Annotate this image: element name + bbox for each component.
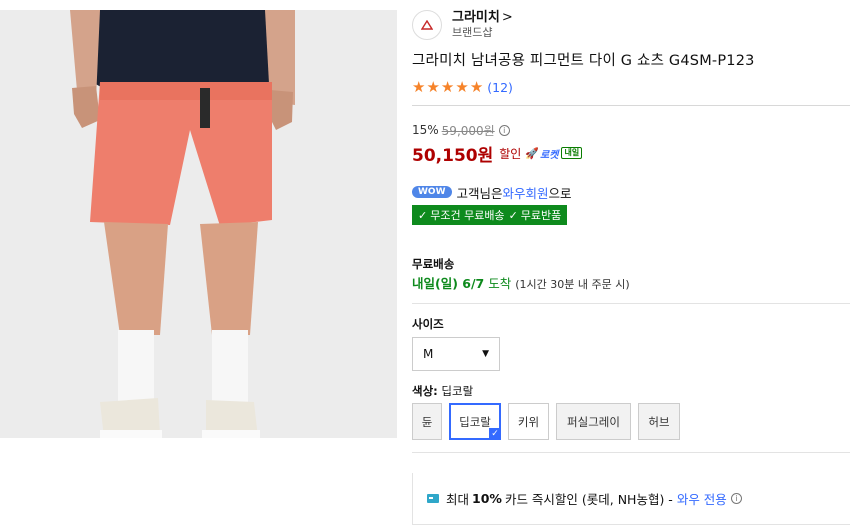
product-info-panel: 그라미치 > 브랜드샵 그라미치 남녀공용 피그먼트 다이 G 쇼츠 G4SM-P… [412, 8, 850, 453]
info-icon[interactable]: i [498, 124, 510, 136]
selected-check-icon: ✓ [489, 428, 501, 440]
size-selected-value: M [423, 347, 434, 361]
original-price: 59,000원 [441, 123, 495, 138]
free-shipping-label: 무조건 무료배송 [430, 209, 505, 222]
divider [412, 303, 850, 304]
color-selected-name: 딥코랄 [441, 384, 474, 398]
color-option-pussil-grey[interactable]: 퍼실그레이 [556, 403, 631, 440]
divider [412, 105, 850, 106]
color-options: 듄 딥코랄 ✓ 키위 퍼실그레이 허브 [412, 403, 850, 440]
delivery-estimate: 내일(일) 6/7 도착 (1시간 30분 내 주문 시) [412, 276, 850, 293]
wow-only-label: 와우 전용 [676, 491, 727, 507]
star-icon: ★ [469, 78, 484, 96]
card-discount-row[interactable]: 최대 10% 카드 즉시할인 (롯데, NH농협) - 와우 전용 i [413, 489, 850, 507]
info-icon[interactable]: i [730, 492, 742, 504]
brand-shop-link[interactable]: 그라미치 > 브랜드샵 [412, 8, 850, 42]
review-count-link[interactable]: (12) [487, 80, 513, 95]
brand-logo-icon[interactable] [412, 10, 442, 40]
discount-row: 15% 59,000원 i [412, 122, 850, 138]
check-icon: ✓ [418, 208, 428, 222]
product-title: 그라미치 남녀공용 피그먼트 다이 G 쇼츠 G4SM-P123 [412, 53, 755, 69]
order-cutoff-note: (1시간 30분 내 주문 시) [515, 278, 630, 291]
brand-name[interactable]: 그라미치 > [452, 10, 513, 26]
color-option-herb[interactable]: 허브 [638, 403, 680, 440]
star-icon: ★ [412, 78, 426, 96]
sale-price: 50,150원 [412, 145, 494, 166]
wow-member-link[interactable]: 와우회원 [503, 183, 549, 202]
rocket-icon: 🚀 [525, 146, 540, 160]
wow-member-row: WOW 고객님은 와우회원 으로 [412, 183, 850, 202]
color-option-label: 딥코랄 [459, 414, 491, 429]
size-select[interactable]: M ▼ [412, 337, 500, 371]
color-option-kiwi[interactable]: 키위 [508, 403, 549, 440]
arrival-word: 도착 [488, 276, 512, 291]
divider [412, 452, 850, 453]
wow-text: 고객님은 [456, 185, 503, 201]
arrival-date: 내일(일) 6/7 [412, 276, 485, 291]
caret-down-icon: ▼ [482, 349, 489, 359]
brand-name-text[interactable]: 그라미치 [452, 10, 500, 25]
card-discount-percent: 10% [472, 490, 502, 506]
color-option-deep-coral[interactable]: 딥코랄 ✓ [449, 403, 501, 440]
credit-card-icon [427, 493, 439, 503]
chevron-right-icon[interactable]: > [502, 10, 513, 25]
card-prefix: 최대 [446, 491, 470, 507]
brand-shop-label: 브랜드샵 [452, 26, 493, 39]
rocket-delivery-badge: 🚀 로켓 내일 [525, 146, 583, 161]
free-shipping-banner: ✓ 무조건 무료배송 ✓ 무료반품 [412, 205, 568, 225]
card-discount-text: 카드 즉시할인 (롯데, NH농협) - [504, 491, 673, 507]
tomorrow-badge: 내일 [561, 147, 583, 159]
discount-percent: 15% [412, 123, 439, 137]
product-image[interactable] [0, 10, 397, 438]
size-label: 사이즈 [412, 317, 444, 331]
star-icon: ★ [455, 78, 469, 96]
color-option-dune[interactable]: 듄 [412, 403, 442, 440]
color-label: 색상: 딥코랄 [412, 384, 850, 398]
price-row: 50,150원 할인 🚀 로켓 내일 [412, 142, 850, 166]
color-label-text: 색상: [412, 384, 438, 398]
card-discount-box[interactable]: 최대 10% 카드 즉시할인 (롯데, NH농협) - 와우 전용 i [412, 473, 850, 525]
rocket-label: 로켓 [540, 149, 559, 161]
star-icon: ★ [426, 78, 440, 96]
wow-badge: WOW [412, 186, 452, 198]
free-return-label: 무료반품 [520, 209, 562, 222]
wow-text-suffix: 으로 [548, 185, 572, 201]
rating-row[interactable]: ★ ★ ★ ★ ★ (12) [412, 77, 850, 97]
shipping-label: 무료배송 [412, 257, 455, 271]
star-icon: ★ [440, 78, 455, 96]
sale-tag: 할인 [499, 146, 522, 161]
check-icon: ✓ [508, 208, 518, 222]
